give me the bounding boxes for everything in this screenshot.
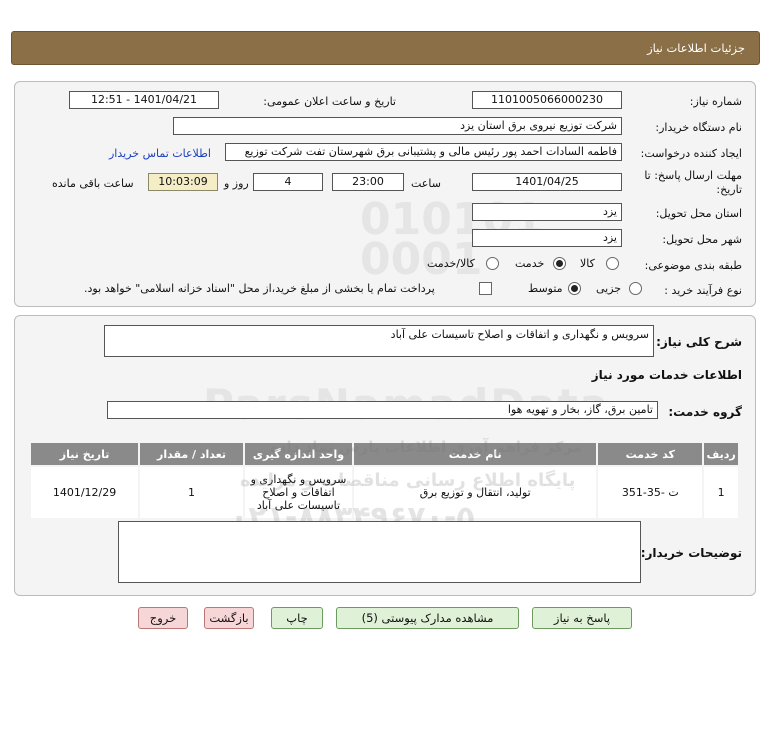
- exit-button[interactable]: خروج: [138, 607, 188, 629]
- need-number-label: شماره نیاز:: [689, 95, 742, 108]
- city-field: یزد: [472, 229, 622, 247]
- process-label: نوع فرآیند خرید :: [664, 284, 742, 297]
- process-radio-minor[interactable]: [629, 282, 642, 295]
- days-label: روز و: [224, 177, 249, 190]
- announce-field: 1401/04/21 - 12:51: [69, 91, 219, 109]
- col-unit: واحد اندازه گیری: [244, 443, 353, 465]
- table-header-row: ردیف کد خدمت نام خدمت واحد اندازه گیری ت…: [31, 443, 738, 465]
- days-field: 4: [253, 173, 323, 191]
- page-title: جزئیات اطلاعات نیاز: [647, 41, 745, 55]
- deadline-date-label: تاریخ:: [716, 183, 742, 196]
- col-quantity: تعداد / مقدار: [140, 443, 243, 465]
- page-header: جزئیات اطلاعات نیاز: [11, 31, 760, 65]
- col-need-date: تاریخ نیاز: [31, 443, 139, 465]
- category-option-service: خدمت: [515, 257, 545, 270]
- buyer-label: نام دستگاه خریدار:: [655, 121, 742, 134]
- process-option-medium: متوسط: [528, 282, 563, 295]
- contact-info-link[interactable]: اطلاعات تماس خریدار: [109, 147, 211, 160]
- buyer-notes-field: [118, 521, 641, 583]
- col-row-number: ردیف: [704, 443, 738, 465]
- category-radio-goods-service[interactable]: [486, 257, 499, 270]
- remaining-time-field: 10:03:09: [148, 173, 218, 191]
- process-radio-medium[interactable]: [568, 282, 581, 295]
- print-button[interactable]: چاپ: [271, 607, 323, 629]
- cell-service-code: ت -35-351: [598, 467, 703, 518]
- remaining-label: ساعت باقی مانده: [52, 177, 134, 190]
- cell-need-date: 1401/12/29: [31, 467, 139, 518]
- process-option-minor: جزیی: [596, 282, 622, 295]
- deadline-label: مهلت ارسال پاسخ: تا: [644, 169, 742, 182]
- province-label: استان محل تحویل:: [655, 207, 742, 220]
- deadline-date-field: 1401/04/25: [472, 173, 622, 191]
- col-service-code: کد خدمت: [598, 443, 703, 465]
- buyer-notes-label: توضیحات خریدار:: [640, 546, 742, 560]
- cell-quantity: 1: [140, 467, 243, 518]
- creator-label: ایجاد کننده درخواست:: [640, 147, 742, 160]
- services-heading: اطلاعات خدمات مورد نیاز: [591, 368, 742, 382]
- time-label: ساعت: [411, 177, 441, 190]
- summary-field: سرویس و نگهداری و اتفاقات و اصلاح تاسیسا…: [104, 325, 654, 357]
- category-option-goods: کالا: [580, 257, 595, 270]
- category-label: طبقه بندی موضوعی:: [644, 259, 742, 272]
- cell-service-name: تولید، انتقال و توزیع برق: [354, 467, 597, 518]
- summary-label: شرح کلی نیاز:: [656, 335, 742, 349]
- service-group-label: گروه خدمت:: [668, 405, 742, 419]
- attachments-button[interactable]: مشاهده مدارک پیوستی (5): [336, 607, 519, 629]
- back-button[interactable]: بازگشت: [204, 607, 254, 629]
- need-number-field: 1101005066000230: [472, 91, 622, 109]
- need-info-panel: [14, 81, 756, 307]
- announce-label: تاریخ و ساعت اعلان عمومی:: [263, 95, 396, 108]
- payment-note: پرداخت تمام یا بخشی از مبلغ خرید،از محل …: [84, 282, 435, 295]
- col-service-name: نام خدمت: [354, 443, 597, 465]
- category-radio-service[interactable]: [553, 257, 566, 270]
- category-option-goods-service: کالا/خدمت: [427, 257, 475, 270]
- service-group-field: تامین برق، گاز، بخار و تهویه هوا: [107, 401, 658, 419]
- city-label: شهر محل تحویل:: [662, 233, 742, 246]
- table-row: 1 ت -35-351 تولید، انتقال و توزیع برق سر…: [31, 467, 738, 518]
- services-table: ردیف کد خدمت نام خدمت واحد اندازه گیری ت…: [29, 441, 740, 520]
- province-field: یزد: [472, 203, 622, 221]
- buyer-field: شرکت توزیع نیروی برق استان یزد: [173, 117, 622, 135]
- category-radio-goods[interactable]: [606, 257, 619, 270]
- cell-row-number: 1: [704, 467, 738, 518]
- reply-button[interactable]: پاسخ به نیاز: [532, 607, 632, 629]
- cell-unit: سرویس و نگهداری و اتفاقات و اصلاح تاسیسا…: [244, 467, 353, 518]
- creator-field: فاطمه السادات احمد پور رئیس مالی و پشتیب…: [225, 143, 622, 161]
- treasury-checkbox[interactable]: [479, 282, 492, 295]
- deadline-time-field: 23:00: [332, 173, 404, 191]
